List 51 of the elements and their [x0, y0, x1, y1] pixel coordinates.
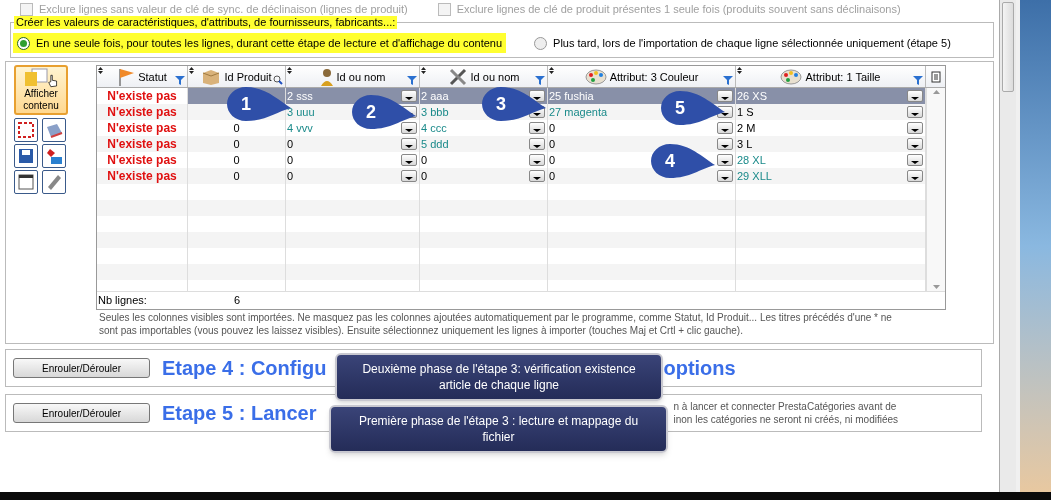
- table-cell: 25 fushia: [549, 89, 594, 103]
- table-cell: 28 XL: [737, 153, 766, 167]
- table-cell: 0: [287, 169, 294, 183]
- table-cell: 3 bbb: [421, 105, 449, 119]
- step-title-end: options: [663, 356, 736, 381]
- column-title: Statut: [138, 70, 167, 83]
- table-cell: 1 S: [737, 105, 754, 119]
- table-cell: 0: [549, 121, 556, 135]
- table-cell: N'existe pas: [107, 169, 177, 183]
- table-cell: N'existe pas: [107, 137, 177, 151]
- grid-note: Seules les colonnes visibles sont importées. Ne masquez pas les colonnes ajoutées automatiquement par le programme, comme Statut, Id Produit... Les titres précédés d'une * ne sont pas importables (vous pouvez les laissez visibles). Ensuite sélectionnez uniquement les lignes à importer (touches Maj et Crtl + clic gauche).: [98, 311, 893, 337]
- column-title: Id ou nom: [470, 70, 520, 83]
- group-legend: Créer les valeurs de caractéristiques, d'attributs, de fournisseurs, fabricants...:: [14, 16, 398, 29]
- table-cell: 0: [287, 137, 294, 151]
- table-cell: 0: [549, 169, 556, 183]
- table-cell: 2 M: [737, 121, 756, 135]
- table-cell: 29 XLL: [737, 169, 772, 183]
- table-cell: 3 L: [737, 137, 753, 151]
- step-title: Etape 5 : Lancer: [162, 401, 317, 426]
- table-cell: 0: [549, 153, 556, 167]
- column-title: Id Produit: [224, 70, 272, 83]
- table-cell: 0: [287, 153, 294, 167]
- table-cell: 0: [421, 169, 428, 183]
- table-cell: 0: [549, 137, 556, 151]
- column-title: Attribut: 1 Taille: [805, 70, 881, 83]
- table-cell: 0: [233, 121, 240, 135]
- row-count: 6: [232, 293, 242, 309]
- step-description: inon les catégories ne seront ni créés, ni modifiées: [673, 413, 899, 426]
- table-cell: N'existe pas: [107, 153, 177, 167]
- column-title: Attribut: 3 Couleur: [609, 70, 699, 83]
- table-cell: 0: [421, 153, 428, 167]
- step-title: Etape 4 : Configu: [162, 356, 327, 381]
- checkbox-label: Exclure lignes sans valeur de clé de sync. de déclinaison (lignes de produit): [39, 1, 408, 17]
- table-cell: 0: [233, 137, 240, 151]
- table-cell: 26 XS: [737, 89, 767, 103]
- tooltip: Première phase de l'étape 3 : lecture et mappage du fichier: [329, 405, 668, 453]
- table-cell: 5 ddd: [421, 137, 449, 151]
- table-cell: 4 vvv: [287, 121, 313, 135]
- table-cell: 0: [233, 153, 240, 167]
- tooltip: Deuxième phase de l'étape 3: vérification existence article de chaque ligne: [335, 353, 663, 401]
- table-cell: 0: [233, 169, 240, 183]
- step-description: n à lancer et connecter PrestaCatégories avant de: [673, 400, 898, 413]
- table-cell: 2 aaa: [421, 89, 449, 103]
- column-title: Id ou nom: [336, 70, 386, 83]
- row-count-label: Nb lignes:: [97, 293, 148, 309]
- table-cell: 27 magenta: [549, 105, 608, 119]
- table-cell: N'existe pas: [107, 89, 177, 103]
- table-cell: N'existe pas: [107, 105, 177, 119]
- table-cell: 4 ccc: [421, 121, 447, 135]
- checkbox-label: Exclure lignes de clé de produit présentes 1 seule fois (produits souvent sans déclinaisons): [456, 1, 901, 17]
- table-cell: N'existe pas: [107, 121, 177, 135]
